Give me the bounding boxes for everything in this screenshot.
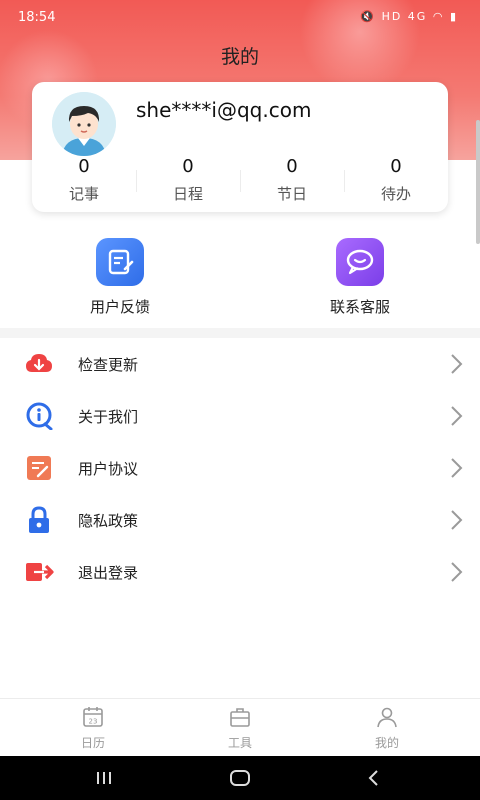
menu-label: 检查更新 [78,356,139,374]
home-icon[interactable] [220,766,260,790]
stat-label: 记事 [68,185,99,203]
stat-value: 0 [286,156,298,177]
avatar[interactable] [52,92,116,156]
chevron-right-icon [451,406,463,426]
menu-item-user-agreement[interactable]: 用户协议 [0,442,480,494]
page-title: 我的 [220,46,259,68]
stat-label: 节日 [276,185,307,203]
stat-todo[interactable]: 0 待办 [344,156,448,204]
user-email: she****i@qq.com [136,98,312,122]
section-divider [0,328,480,338]
feedback-button[interactable]: 用户反馈 [40,238,200,317]
tab-label: 我的 [374,736,399,750]
back-icon[interactable] [354,766,394,790]
mute-icon: 🔇 [360,10,377,23]
recent-apps-icon[interactable] [84,766,124,790]
scrollbar[interactable] [476,120,480,244]
stat-schedule[interactable]: 0 日程 [136,156,240,204]
menu-label: 隐私政策 [78,512,139,530]
stat-label: 待办 [380,185,411,203]
system-navigation-bar [0,756,480,800]
feedback-edit-icon [96,238,144,286]
profile-card: she****i@qq.com 0 记事 0 日程 0 节日 0 待办 [32,82,448,212]
menu-label: 关于我们 [78,408,139,426]
feedback-label: 用户反馈 [89,298,150,316]
status-icons: 🔇 HD 4G ◠ ▮ [360,10,458,23]
chevron-right-icon [451,354,463,374]
info-bubble-icon [26,402,53,430]
customer-service-button[interactable]: 联系客服 [280,238,440,317]
tab-calendar[interactable]: 23 日历 [43,705,143,751]
chat-bubble-icon [336,238,384,286]
tab-tools[interactable]: 工具 [190,705,290,751]
stat-label: 日程 [172,185,203,203]
wifi-icon: ◠ [432,10,445,23]
menu-label: 用户协议 [78,460,139,478]
status-time: 18:54 [18,10,56,25]
toolbox-icon [230,708,250,727]
status-bar: 18:54 🔇 HD 4G ◠ ▮ [0,0,480,36]
chevron-right-icon [451,458,463,478]
calendar-badge: 23 [89,718,98,726]
person-icon [377,707,397,728]
menu-label: 退出登录 [78,564,139,582]
menu-item-about-us[interactable]: 关于我们 [0,390,480,442]
chevron-right-icon [451,562,463,582]
chevron-right-icon [451,510,463,530]
menu-item-check-update[interactable]: 检查更新 [0,338,480,390]
network-indicator: HD 4G [381,10,428,23]
stat-notes[interactable]: 0 记事 [32,156,136,204]
stat-value: 0 [182,156,194,177]
lock-icon [29,506,49,533]
battery-icon: ▮ [449,10,458,23]
calendar-icon: 23 [83,707,103,727]
customer-service-label: 联系客服 [329,298,390,316]
avatar-boy-icon [52,92,116,156]
cloud-download-icon [26,354,52,372]
logout-icon [26,563,54,581]
menu-item-logout[interactable]: 退出登录 [0,546,480,598]
menu-item-privacy-policy[interactable]: 隐私政策 [0,494,480,546]
document-icon [27,456,51,480]
bottom-tab-bar: 23 日历 工具 我的 [0,698,480,757]
stat-holidays[interactable]: 0 节日 [240,156,344,204]
tab-mine[interactable]: 我的 [337,705,437,751]
tab-label: 工具 [227,736,252,750]
stat-value: 0 [78,156,90,177]
stat-value: 0 [390,156,402,177]
tab-label: 日历 [80,736,105,750]
